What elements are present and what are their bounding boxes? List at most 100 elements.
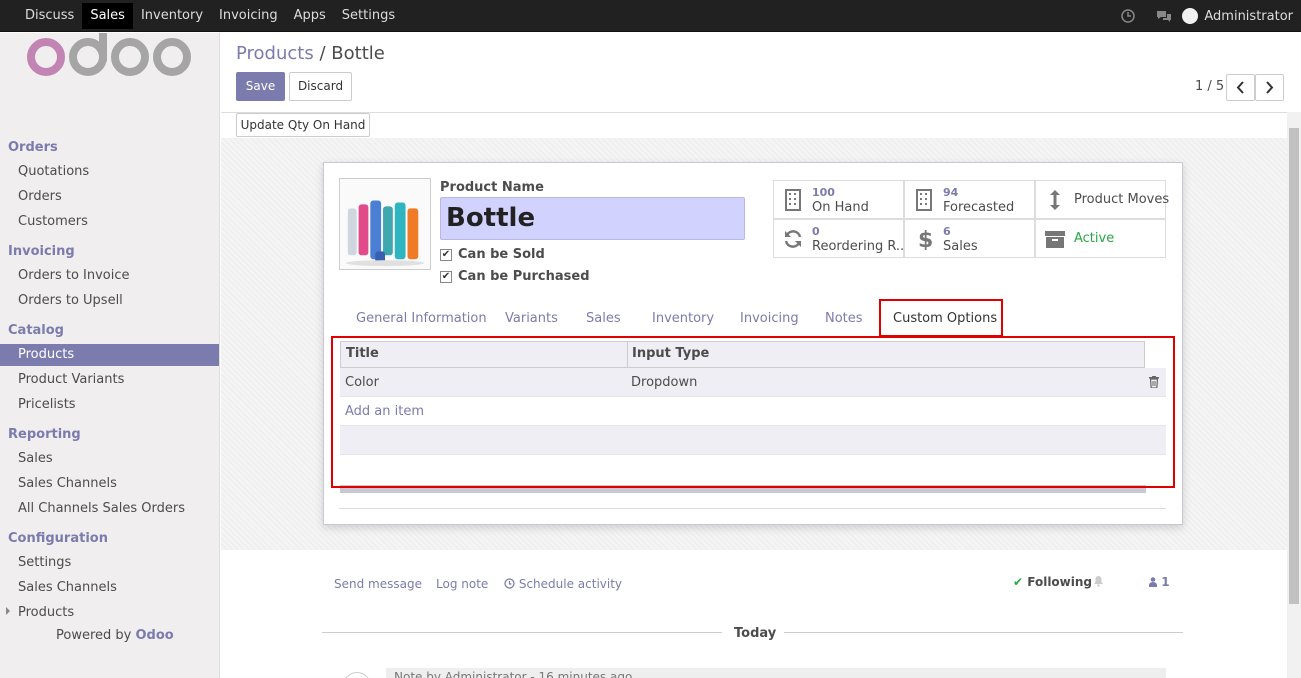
forecasted-button[interactable]: 94 Forecasted <box>904 180 1035 219</box>
breadcrumb-separator: / <box>319 43 326 64</box>
sidebar-item-products[interactable]: Products <box>0 344 219 366</box>
sidebar-item-settings[interactable]: Settings <box>18 555 71 570</box>
sidebar-item-orders[interactable]: Orders <box>18 189 62 204</box>
sidebar-section-catalog: Catalog <box>8 323 64 338</box>
vertical-arrows-icon <box>1050 190 1060 210</box>
following-button[interactable]: ✔ Following <box>1013 575 1092 589</box>
messages-icon[interactable] <box>1156 8 1172 24</box>
forecasted-value: 94 <box>943 186 959 199</box>
forecasted-label: Forecasted <box>943 200 1015 215</box>
menu-invoicing[interactable]: Invoicing <box>211 0 286 32</box>
schedule-activity-label: Schedule activity <box>518 577 623 591</box>
reordering-rules-button[interactable]: 0 Reordering R... <box>773 219 908 258</box>
menu-inventory[interactable]: Inventory <box>133 0 211 32</box>
form-statusbar <box>221 112 1287 138</box>
sidebar-item-reporting-sales[interactable]: Sales <box>18 451 53 466</box>
sidebar-item-orders-to-upsell[interactable]: Orders to Upsell <box>18 293 123 308</box>
activity-clock-icon[interactable] <box>1120 8 1136 24</box>
send-message-button[interactable]: Send message <box>334 577 422 591</box>
sidebar-item-config-products[interactable]: Products <box>18 605 74 620</box>
message-header: Note by Administrator - 16 minutes ago <box>394 670 633 678</box>
save-button[interactable]: Save <box>236 72 285 101</box>
sheet-divider <box>339 508 1166 509</box>
reordering-label: Reordering R... <box>812 239 909 254</box>
building-icon <box>916 189 932 211</box>
menu-apps[interactable]: Apps <box>286 0 334 32</box>
menu-settings[interactable]: Settings <box>334 0 403 32</box>
tab-general-information[interactable]: General Information <box>356 311 487 326</box>
pager-value[interactable]: 1 / 5 <box>1195 79 1224 94</box>
archive-icon <box>1045 231 1065 248</box>
scrollbar-thumb[interactable] <box>1289 128 1299 604</box>
sidebar-section-reporting: Reporting <box>8 427 81 442</box>
can-be-sold-checkbox[interactable]: ✔ <box>440 249 452 261</box>
update-qty-on-hand-button[interactable]: Update Qty On Hand <box>236 113 370 137</box>
sidebar-item-config-sales-channels[interactable]: Sales Channels <box>18 580 117 595</box>
sidebar-item-orders-to-invoice[interactable]: Orders to Invoice <box>18 268 130 283</box>
top-navbar: Discuss Sales Inventory Invoicing Apps S… <box>0 0 1301 32</box>
reordering-value: 0 <box>812 225 820 238</box>
active-toggle-button[interactable]: Active <box>1035 219 1166 258</box>
sidebar-item-quotations[interactable]: Quotations <box>18 164 89 179</box>
dollar-icon: $ <box>918 228 933 250</box>
tab-sales[interactable]: Sales <box>586 311 621 326</box>
expand-caret-icon[interactable] <box>6 607 10 615</box>
product-name-label: Product Name <box>440 180 544 195</box>
log-note-button[interactable]: Log note <box>436 577 488 591</box>
powered-by-brand[interactable]: Odoo <box>136 628 174 643</box>
pager-next-button[interactable] <box>1255 74 1284 101</box>
followers-button[interactable]: 1 <box>1149 575 1170 589</box>
product-name-input[interactable]: Bottle <box>440 197 745 240</box>
sidebar-section-configuration: Configuration <box>8 531 108 546</box>
breadcrumb-products[interactable]: Products <box>236 43 314 64</box>
on-hand-label: On Hand <box>812 200 869 215</box>
schedule-activity-button[interactable]: Schedule activity <box>504 577 622 591</box>
tab-variants[interactable]: Variants <box>505 311 558 326</box>
powered-by-text: Powered by <box>56 628 132 643</box>
on-hand-value: 100 <box>812 186 835 199</box>
message-author-avatar[interactable] <box>343 672 371 678</box>
custom-options-table-highlight <box>331 336 1175 488</box>
user-avatar[interactable] <box>1182 8 1199 24</box>
svg-text:$: $ <box>918 228 933 250</box>
bell-icon[interactable] <box>1093 575 1104 587</box>
sidebar-item-all-channels-sales-orders[interactable]: All Channels Sales Orders <box>18 501 185 516</box>
can-be-purchased-checkbox[interactable]: ✔ <box>440 271 452 283</box>
chevron-right-icon <box>1266 81 1274 94</box>
tab-invoicing[interactable]: Invoicing <box>740 311 799 326</box>
on-hand-button[interactable]: 100 On Hand <box>773 180 904 219</box>
user-menu[interactable]: Administrator <box>1204 9 1293 24</box>
powered-by: Powered by Odoo <box>56 628 174 643</box>
sidebar-item-customers[interactable]: Customers <box>18 214 88 229</box>
pager-previous-button[interactable] <box>1226 74 1255 101</box>
scrollbar[interactable] <box>1287 112 1301 678</box>
menu-discuss[interactable]: Discuss <box>0 0 82 32</box>
breadcrumb: Products / Bottle <box>236 43 385 64</box>
followers-count: 1 <box>1161 575 1170 589</box>
check-icon: ✔ <box>1013 575 1024 589</box>
sidebar-item-product-variants[interactable]: Product Variants <box>18 372 124 387</box>
tab-custom-options[interactable]: Custom Options <box>893 311 997 326</box>
product-image[interactable] <box>339 178 431 270</box>
product-moves-button[interactable]: Product Moves <box>1035 180 1170 219</box>
tab-inventory[interactable]: Inventory <box>652 311 714 326</box>
menu-sales[interactable]: Sales <box>82 3 133 29</box>
active-label: Active <box>1074 231 1115 246</box>
odoo-logo[interactable] <box>26 33 192 78</box>
sales-label: Sales <box>943 239 978 254</box>
sales-value: 6 <box>943 225 951 238</box>
product-moves-label: Product Moves <box>1074 192 1170 207</box>
sidebar-section-orders: Orders <box>8 140 58 155</box>
sidebar-section-invoicing: Invoicing <box>8 244 75 259</box>
following-label: Following <box>1027 575 1093 589</box>
app-menu: Discuss Sales Inventory Invoicing Apps S… <box>0 0 403 32</box>
breadcrumb-current: Bottle <box>331 43 385 64</box>
can-be-purchased-label: Can be Purchased <box>458 269 590 284</box>
sidebar-item-pricelists[interactable]: Pricelists <box>18 397 76 412</box>
sales-button[interactable]: $ 6 Sales <box>904 219 1035 258</box>
chevron-left-icon <box>1236 81 1244 94</box>
tab-notes[interactable]: Notes <box>825 311 863 326</box>
user-icon <box>1149 577 1157 587</box>
sidebar-item-sales-channels[interactable]: Sales Channels <box>18 476 117 491</box>
discard-button[interactable]: Discard <box>289 72 352 101</box>
